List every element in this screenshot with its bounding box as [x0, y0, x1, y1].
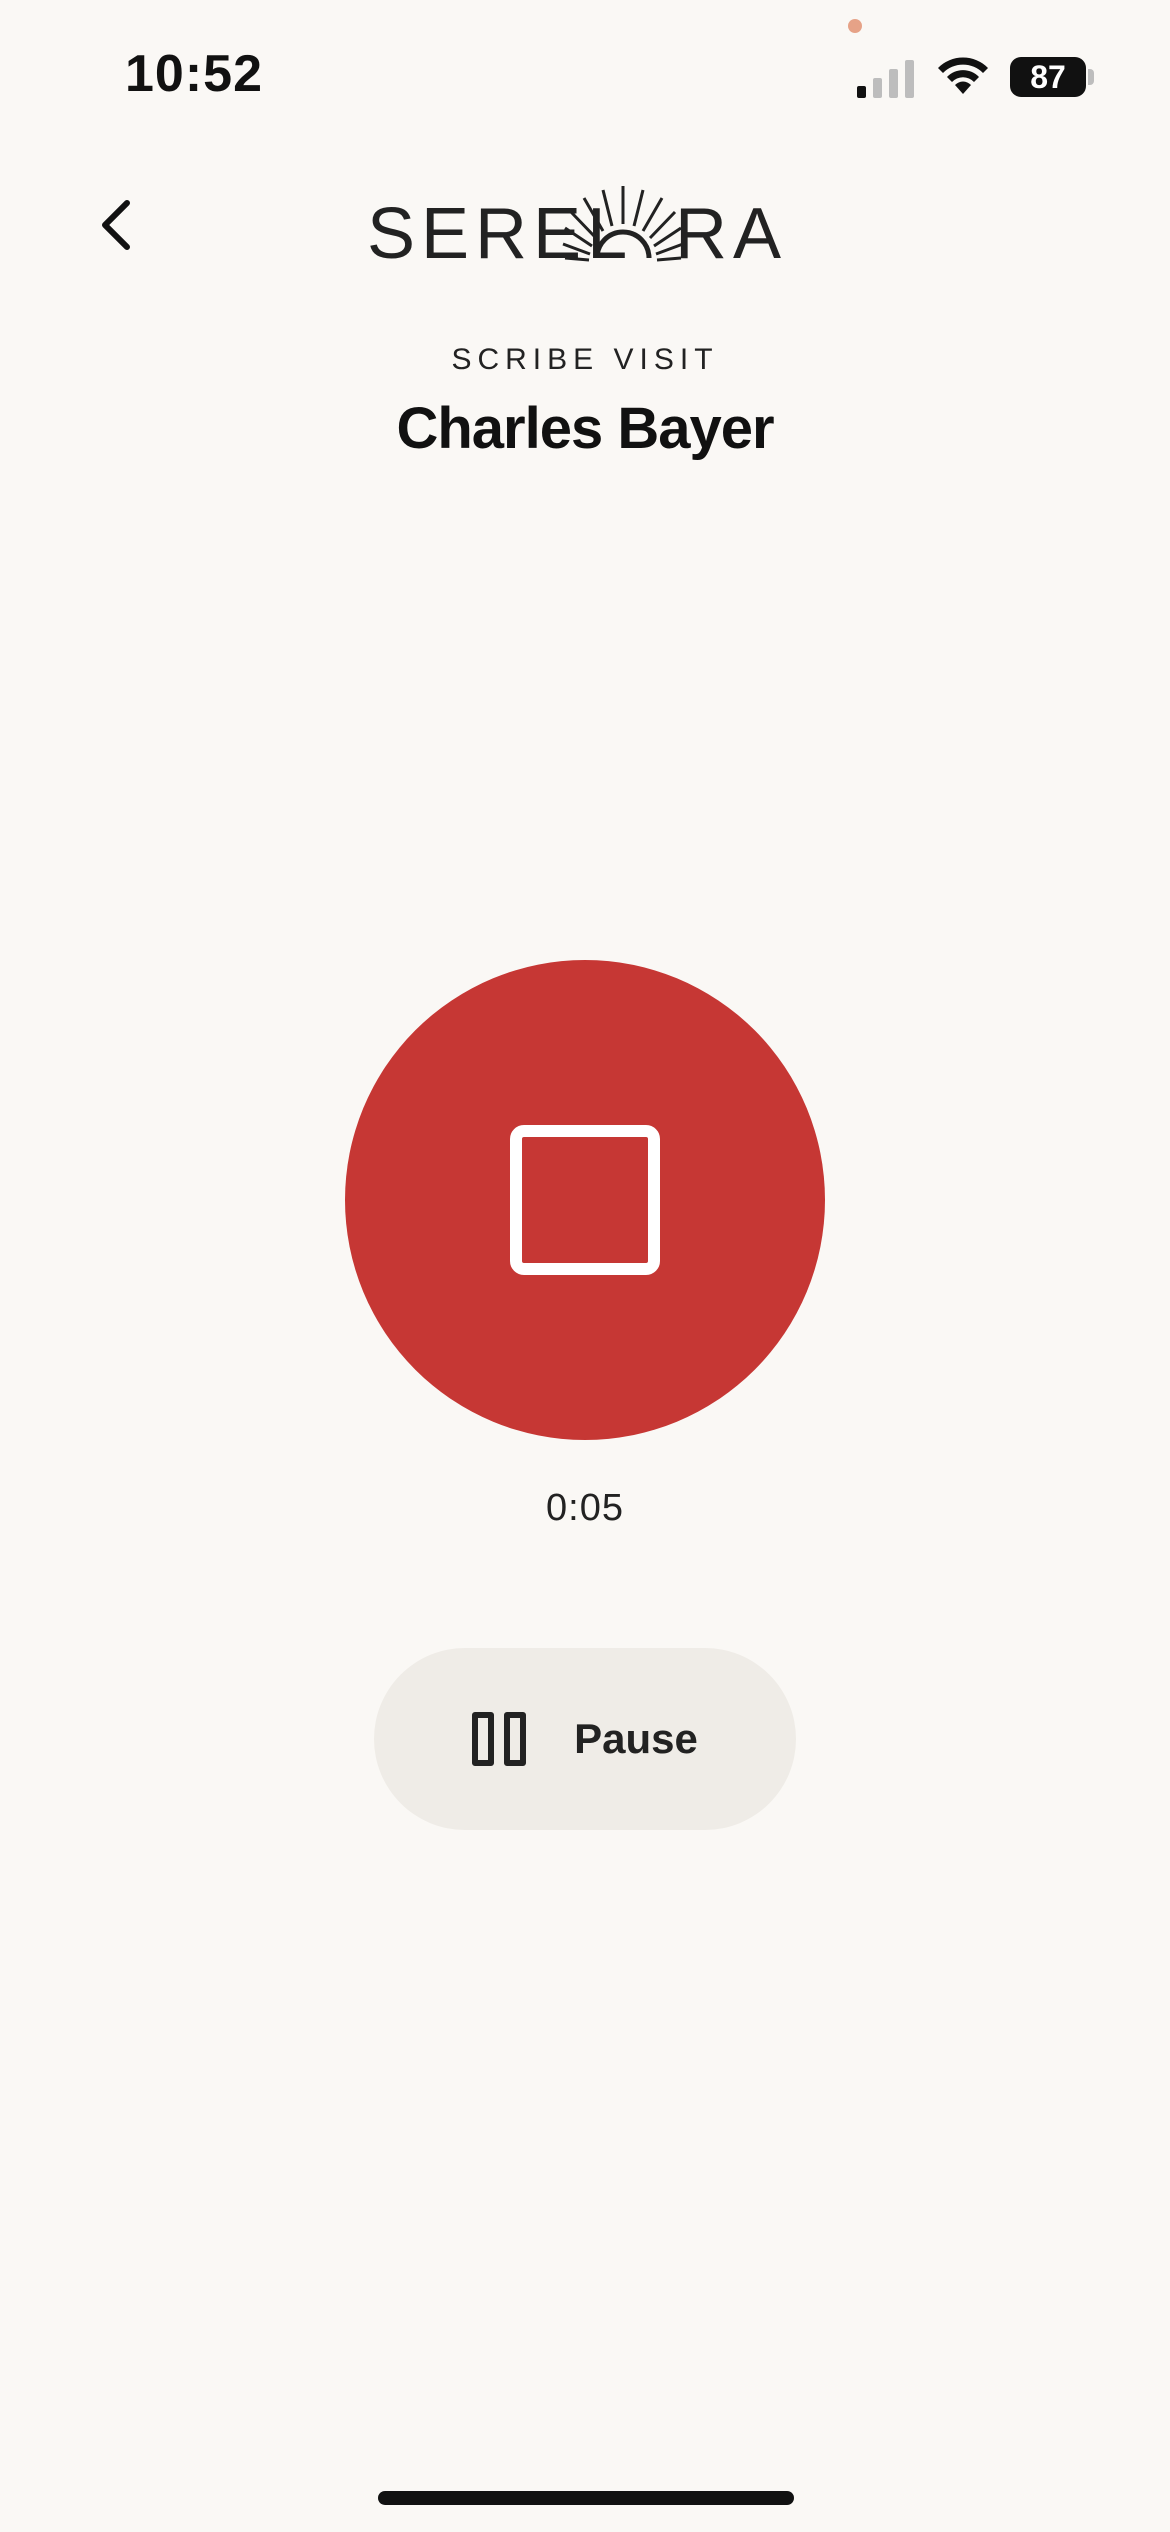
pause-bar-left — [472, 1712, 495, 1766]
pause-icon — [472, 1712, 527, 1766]
stop-recording-button[interactable] — [345, 960, 825, 1440]
app-logo: SEREL RA — [365, 180, 805, 270]
pause-button[interactable]: Pause — [374, 1648, 796, 1830]
back-button[interactable] — [86, 190, 146, 260]
visit-type-label: SCRIBE VISIT — [451, 343, 719, 376]
logo-text-left: SEREL — [367, 194, 633, 270]
status-bar: 10:52 87 — [0, 0, 1170, 150]
battery-cap — [1088, 69, 1094, 85]
battery-level: 87 — [1010, 57, 1086, 97]
cellular-signal-icon — [857, 60, 914, 98]
patient-name: Charles Bayer — [396, 396, 774, 461]
logo-text-right: RA — [675, 194, 787, 270]
elapsed-timer: 0:05 — [546, 1487, 624, 1529]
chevron-left-icon — [102, 200, 130, 250]
home-indicator[interactable] — [378, 2491, 794, 2505]
recording-indicator-dot — [848, 19, 862, 33]
status-time: 10:52 — [125, 45, 263, 103]
pause-label: Pause — [574, 1715, 698, 1762]
pause-bar-right — [504, 1712, 527, 1766]
stop-square-icon — [510, 1125, 660, 1275]
battery-indicator: 87 — [1010, 57, 1094, 97]
wifi-icon — [938, 57, 988, 94]
